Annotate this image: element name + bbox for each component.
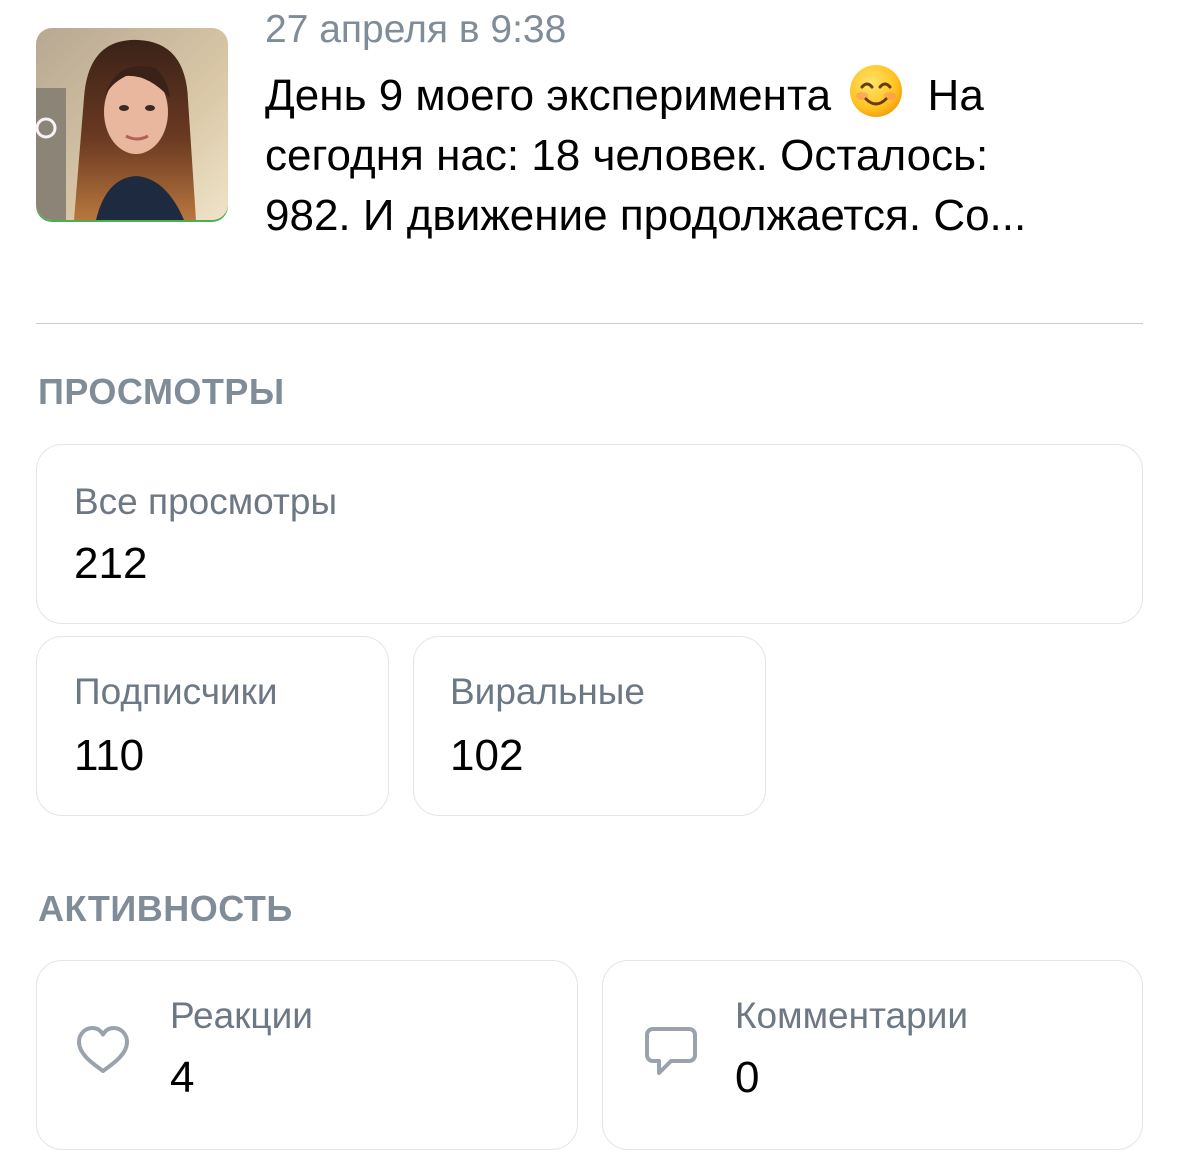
reactions-card[interactable]: Реакции 4 [36, 960, 578, 1150]
comments-card[interactable]: Комментарии 0 [602, 960, 1143, 1150]
reactions-value: 4 [170, 1053, 195, 1102]
subscribers-views-label: Подписчики [74, 671, 278, 712]
post-preview[interactable]: 27 апреля в 9:38 День 9 моего эксперимен… [36, 0, 1143, 300]
all-views-value: 212 [74, 539, 148, 588]
post-text[interactable]: День 9 моего эксперимента На сегодня нас… [265, 64, 1135, 246]
views-section-title: ПРОСМОТРЫ [38, 371, 285, 412]
post-text-line: День 9 моего эксперимента На [265, 64, 1135, 126]
author-avatar[interactable] [36, 28, 228, 220]
comment-icon [645, 1027, 697, 1075]
post-date: 27 апреля в 9:38 [265, 8, 567, 51]
all-views-label: Все просмотры [74, 481, 338, 522]
activity-section-title: АКТИВНОСТЬ [38, 888, 293, 929]
post-text-line: сегодня нас: 18 человек. Осталось: [265, 131, 989, 180]
subscribers-views-value: 110 [74, 731, 145, 780]
viral-views-label: Виральные [450, 671, 645, 712]
all-views-card[interactable]: Все просмотры 212 [36, 444, 1143, 624]
comments-label: Комментарии [735, 995, 969, 1036]
viral-views-card[interactable]: Виральные 102 [413, 636, 766, 816]
post-text-line: 982. И движение продолжается. Со... [265, 191, 1027, 240]
smiling-face-emoji-icon [850, 65, 903, 117]
subscribers-views-card[interactable]: Подписчики 110 [36, 636, 389, 816]
divider [36, 323, 1143, 324]
reactions-label: Реакции [170, 995, 313, 1036]
viral-views-value: 102 [450, 731, 524, 780]
comments-value: 0 [735, 1053, 760, 1102]
heart-icon [77, 1026, 129, 1073]
